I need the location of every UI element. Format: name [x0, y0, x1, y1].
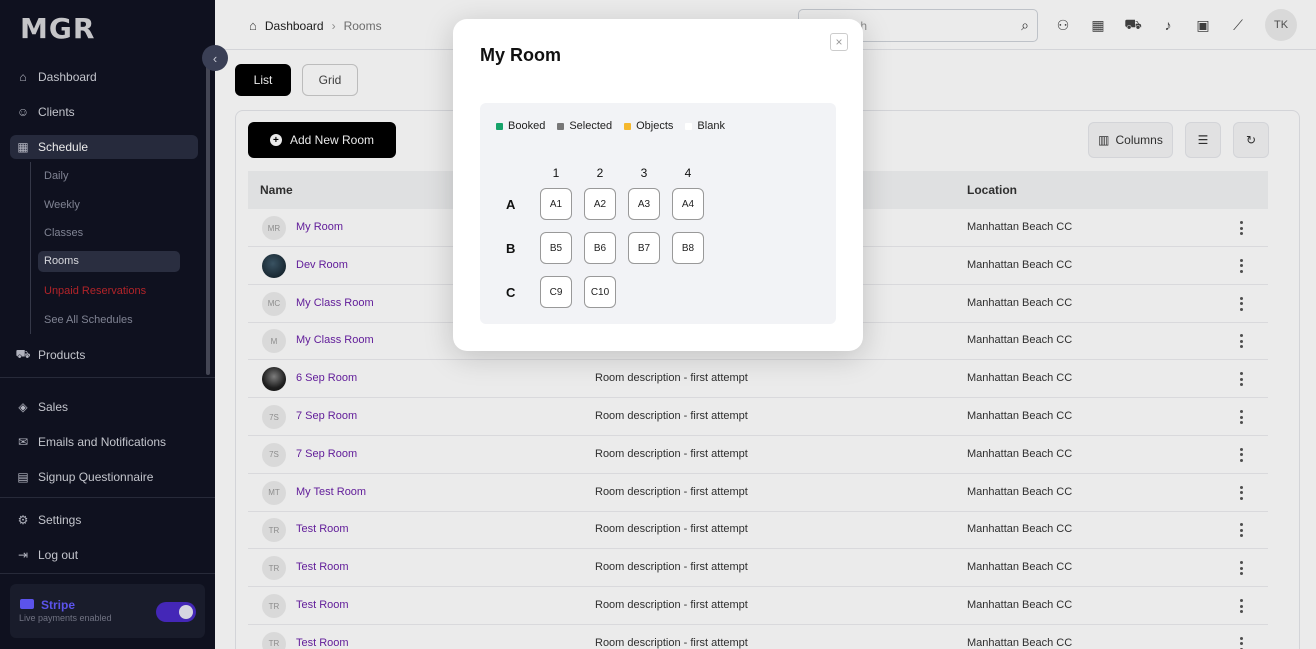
legend-swatch — [557, 122, 565, 130]
seat-column-label: 4 — [684, 166, 692, 180]
seat-button[interactable]: A1 — [540, 188, 572, 220]
legend-label: Objects — [636, 120, 674, 132]
seat-button[interactable]: B6 — [584, 232, 616, 264]
legend-item: Objects — [624, 120, 673, 132]
legend-label: Blank — [697, 120, 725, 132]
legend-item: Booked — [496, 120, 545, 132]
close-icon[interactable]: × — [830, 33, 848, 51]
seat-row-label: A — [506, 197, 516, 212]
sidebar-collapse-button[interactable]: ‹ — [202, 45, 228, 71]
seat-map: Booked Selected Objects Blank 1 2 3 4 A A1 A2 A3 A4… — [480, 103, 836, 324]
seat-column-label: 1 — [552, 166, 560, 180]
seat-button[interactable]: A4 — [672, 188, 704, 220]
seat-column-label: 2 — [596, 166, 604, 180]
seat-button[interactable]: B5 — [540, 232, 572, 264]
seat-button[interactable]: C10 — [584, 276, 616, 308]
legend-item: Blank — [685, 120, 725, 132]
legend-swatch — [624, 122, 632, 130]
seat-button[interactable]: C9 — [540, 276, 572, 308]
seat-row-label: B — [506, 241, 516, 256]
legend-item: Selected — [557, 120, 612, 132]
legend-label: Selected — [569, 120, 613, 132]
chevron-left-icon: ‹ — [212, 50, 218, 66]
seat-button[interactable]: A3 — [628, 188, 660, 220]
modal-title: My Room — [480, 45, 561, 65]
seat-button[interactable]: B7 — [628, 232, 660, 264]
room-modal: My Room × Booked Selected Objects Blank 1 2 3… — [453, 19, 863, 351]
seat-legend: Booked Selected Objects Blank — [496, 120, 725, 132]
seat-column-label: 3 — [640, 166, 648, 180]
seat-button[interactable]: A2 — [584, 188, 616, 220]
legend-label: Booked — [508, 120, 546, 132]
seat-button[interactable]: B8 — [672, 232, 704, 264]
legend-swatch — [496, 122, 503, 130]
seat-row-label: C — [506, 285, 516, 300]
legend-swatch — [685, 122, 693, 130]
